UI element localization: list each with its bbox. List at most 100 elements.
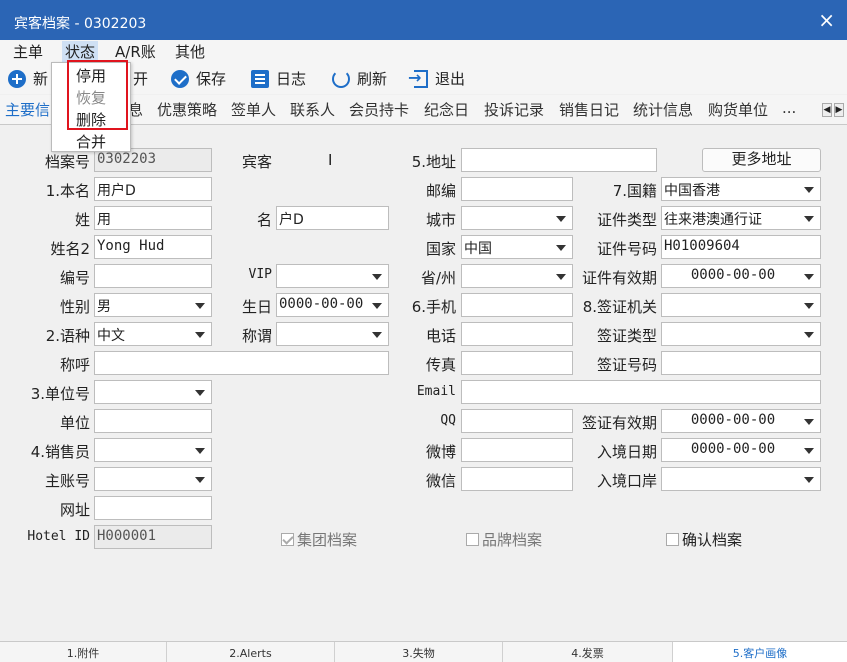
menu-item-disable[interactable]: 停用 [52,65,130,86]
wechat-field[interactable] [461,467,573,491]
sales-select[interactable] [94,438,212,462]
name2-field[interactable]: Yong Hud [94,235,212,259]
address-title-field[interactable] [94,351,389,375]
check-icon [171,69,189,88]
email-field[interactable] [461,380,821,404]
checkbox-checked-icon [281,533,294,546]
log-button[interactable]: 日志 [251,68,306,89]
salutation-select[interactable] [276,322,389,346]
tab-scroll-right-icon[interactable]: ▶ [834,103,844,117]
qq-field[interactable] [461,409,573,433]
name2-label: 姓名2 [50,240,90,258]
website-label: 网址 [59,501,90,519]
more-address-button[interactable]: 更多地址 [702,148,821,172]
unit-no-label: 3.单位号 [30,385,90,403]
tab-statistics[interactable]: 统计信息 [633,99,693,120]
nationality-select[interactable]: 中国香港 [661,177,821,201]
close-icon[interactable]: × [818,9,835,31]
id-number-field[interactable]: H01009604 [661,235,821,259]
name-field[interactable]: 用户D [94,177,212,201]
open-button[interactable]: 开 [133,68,148,89]
plus-icon [8,69,26,88]
menu-ar[interactable]: A/R账 [112,41,159,62]
visa-number-field[interactable] [661,351,821,375]
menu-other[interactable]: 其他 [172,41,208,62]
brand-file-checkbox[interactable]: 品牌档案 [466,529,542,550]
code-field[interactable] [94,264,212,288]
group-file-checkbox[interactable]: 集团档案 [281,529,357,550]
new-button[interactable]: 新 [8,68,48,89]
guest-label: 宾客 [241,153,272,171]
entry-port-select[interactable] [661,467,821,491]
gender-select[interactable]: 男 [94,293,212,317]
fax-label: 传真 [425,356,456,374]
weibo-field[interactable] [461,438,573,462]
save-button[interactable]: 保存 [171,68,226,89]
email-label: Email [416,384,456,399]
menu-item-delete[interactable]: 删除 [52,109,130,130]
city-label: 城市 [425,211,456,229]
menu-main[interactable]: 主单 [10,41,46,62]
id-expiry-field[interactable]: 0000-00-00 [661,264,821,288]
website-field[interactable] [94,496,212,520]
code-label: 编号 [59,269,90,287]
entry-date-field[interactable]: 0000-00-00 [661,438,821,462]
unit-label: 单位 [59,414,90,432]
status-dropdown-menu: 停用 恢复 删除 合并 [51,62,131,152]
phone-field[interactable] [461,322,573,346]
tab-purchase-unit[interactable]: 购货单位 [708,99,768,120]
tab-sales-diary[interactable]: 销售日记 [559,99,619,120]
confirm-file-checkbox[interactable]: 确认档案 [666,529,742,550]
id-expiry-label: 证件有效期 [581,269,657,287]
zip-label: 邮编 [425,182,456,200]
menu-status[interactable]: 状态 [62,41,99,62]
visa-office-select[interactable] [661,293,821,317]
birthday-field[interactable]: 0000-00-00 [276,293,389,317]
tab-invoices[interactable]: 4.发票 [503,642,673,662]
tab-scroll-left-icon[interactable]: ◀ [822,103,832,117]
master-account-select[interactable] [94,467,212,491]
tab-main-info[interactable]: 主要信 [5,99,50,120]
file-no-label: 档案号 [44,153,90,171]
visa-number-label: 签证号码 [596,356,657,374]
city-select[interactable] [461,206,573,230]
given-name-label: 名 [256,211,272,229]
zip-field[interactable] [461,177,573,201]
unit-field[interactable] [94,409,212,433]
country-label: 国家 [425,240,456,258]
given-name-field[interactable]: 户D [276,206,389,230]
menu-item-restore[interactable]: 恢复 [52,87,130,108]
province-select[interactable] [461,264,573,288]
id-type-select[interactable]: 往来港澳通行证 [661,206,821,230]
visa-expiry-field[interactable]: 0000-00-00 [661,409,821,433]
tab-discount[interactable]: 优惠策略 [157,99,217,120]
tab-anniversary[interactable]: 纪念日 [424,99,469,120]
phone-label: 电话 [425,327,456,345]
mobile-field[interactable] [461,293,573,317]
country-select[interactable]: 中国 [461,235,573,259]
refresh-icon [332,69,350,88]
visa-office-label: 8.签证机关 [582,298,657,316]
name-label: 1.本名 [45,182,90,200]
tab-contacts[interactable]: 联系人 [290,99,335,120]
language-select[interactable]: 中文 [94,322,212,346]
tab-more[interactable]: ... [782,99,796,117]
tab-customer-profile[interactable]: 5.客户画像 [673,642,847,662]
menu-item-merge[interactable]: 合并 [52,131,130,152]
tab-lost-items[interactable]: 3.失物 [335,642,503,662]
province-label: 省/州 [420,269,456,287]
tab-alerts[interactable]: 2.Alerts [167,642,335,662]
vip-select[interactable] [276,264,389,288]
fax-field[interactable] [461,351,573,375]
exit-button[interactable]: 退出 [408,68,465,89]
visa-type-select[interactable] [661,322,821,346]
refresh-button[interactable]: 刷新 [332,68,387,89]
address-field[interactable] [461,148,657,172]
surname-field[interactable]: 用 [94,206,212,230]
tab-signer[interactable]: 签单人 [231,99,276,120]
tab-attachments[interactable]: 1.附件 [0,642,167,662]
tab-complaints[interactable]: 投诉记录 [484,99,544,120]
unit-no-select[interactable] [94,380,212,404]
tab-member-card[interactable]: 会员持卡 [349,99,409,120]
visa-expiry-label: 签证有效期 [581,414,657,432]
